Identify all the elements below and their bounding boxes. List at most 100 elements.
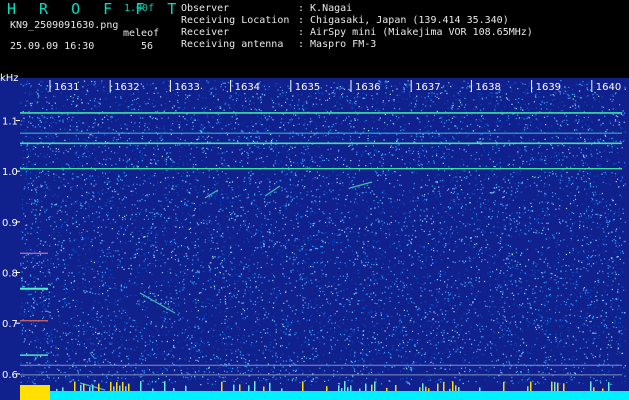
filename-label: KN9_2509091630.png: [10, 20, 119, 31]
bottom-spike: [347, 387, 349, 391]
time-tick-label: 1631: [54, 82, 79, 93]
bottom-spike: [152, 388, 154, 391]
bottom-spike: [593, 387, 595, 391]
bottom-spike: [443, 381, 445, 391]
time-tick-label: 1636: [355, 82, 380, 93]
time-tick-label: 1637: [415, 82, 440, 93]
bottom-spike: [269, 382, 271, 391]
meleof-value: 56: [141, 41, 154, 52]
bottom-spike: [422, 383, 424, 391]
bottom-spike: [116, 382, 118, 391]
bottom-spike: [530, 381, 532, 391]
bottom-spike: [602, 388, 604, 391]
bottom-spike: [527, 386, 529, 391]
bottom-spike: [119, 385, 121, 391]
bottom-spike: [419, 387, 421, 391]
bottom-spike: [350, 385, 352, 391]
location-value: : Chigasaki, Japan (139.414 35.340): [298, 15, 509, 26]
spectrogram-background: [0, 78, 629, 400]
bottom-spike: [428, 388, 430, 391]
bottom-spike: [341, 388, 343, 391]
bottom-spike: [551, 381, 553, 391]
bottom-spike: [557, 382, 559, 391]
observer-value: : K.Nagai: [298, 3, 353, 14]
location-label: Receiving Location: [181, 15, 290, 26]
bottom-spike: [554, 381, 556, 391]
bottom-spike: [248, 385, 250, 391]
bottom-spike: [98, 383, 100, 391]
bottom-spike: [74, 381, 76, 391]
bottom-spike: [449, 388, 451, 391]
time-tick-label: 1639: [536, 82, 561, 93]
version-label: 1.00f: [124, 3, 155, 14]
bottom-spike: [185, 385, 187, 391]
bottom-spike: [386, 387, 388, 391]
y-tick-label: 0.7: [2, 319, 18, 330]
bottom-spike: [221, 381, 223, 391]
y-tick-label: 0.8: [2, 269, 18, 280]
y-axis-unit: kHz: [0, 73, 19, 84]
bottom-spike: [164, 381, 166, 391]
bottom-spike: [302, 381, 304, 391]
app-title: H R O F F T: [7, 0, 184, 18]
bottom-spike: [479, 387, 481, 391]
bottom-spike: [359, 388, 361, 391]
bottom-spike: [122, 381, 124, 391]
bottom-spike: [374, 381, 376, 391]
bottom-spike: [563, 383, 565, 391]
bottom-cyan-bar: [48, 391, 629, 400]
bottom-yellow-block: [20, 385, 50, 400]
receiver-label: Receiver: [181, 27, 230, 38]
time-tick-label: 1640: [596, 82, 621, 93]
bottom-spike: [344, 381, 346, 391]
bottom-spike: [458, 386, 460, 391]
bottom-spike: [326, 386, 328, 391]
bottom-spike: [89, 387, 91, 391]
time-tick-label: 1633: [174, 82, 199, 93]
time-tick-label: 1638: [475, 82, 500, 93]
spectrogram-panel: 1.1 1.0 0.9 0.8 0.7 0.6 1631 1632 1633 1634 1635 1…: [0, 78, 629, 400]
datetime-label: 25.09.09 16:30: [10, 41, 95, 52]
bottom-spike: [590, 381, 592, 391]
bottom-spike: [395, 384, 397, 391]
bottom-spike: [128, 383, 130, 391]
bottom-spike: [263, 386, 265, 391]
bottom-spike: [80, 384, 82, 391]
y-tick-label: 0.6: [2, 370, 18, 381]
bottom-spike: [254, 381, 256, 391]
bottom-spike: [338, 385, 340, 391]
bottom-spike: [113, 386, 115, 391]
bottom-spike: [365, 383, 367, 391]
spectrogram-canvas: 1.1 1.0 0.9 0.8 0.7 0.6 1631 1632 1633 1634 1635 1…: [0, 78, 629, 400]
antenna-value: : Maspro FM-3: [298, 39, 377, 50]
header-panel: H R O F F T 1.00f KN9_2509091630.png mel…: [0, 0, 629, 78]
bottom-spike: [455, 385, 457, 391]
bottom-spike: [437, 383, 439, 391]
bottom-spike: [452, 381, 454, 391]
bottom-spike: [110, 381, 112, 391]
receiver-value: : AirSpy mini (Miakejima VOR 108.65MHz): [298, 27, 533, 38]
meleof-label: meleof: [123, 28, 160, 39]
bottom-spike: [233, 384, 235, 391]
bottom-spike: [173, 388, 175, 391]
y-tick-label: 1.0: [2, 167, 18, 178]
bottom-spike: [83, 383, 85, 391]
y-tick-label: 1.1: [2, 117, 18, 128]
y-tick-label: 0.9: [2, 218, 18, 229]
antenna-label: Receiving antenna: [181, 39, 284, 50]
time-tick-label: 1635: [295, 82, 320, 93]
bottom-spike: [503, 381, 505, 391]
bottom-spike: [371, 384, 373, 391]
bottom-spike: [92, 384, 94, 391]
observer-label: Observer: [181, 3, 230, 14]
time-tick-label: 1634: [235, 82, 260, 93]
bottom-spike: [239, 384, 241, 391]
bottom-spike: [125, 386, 127, 391]
time-tick-label: 1632: [114, 82, 139, 93]
bottom-spike: [281, 388, 283, 391]
bottom-spike: [425, 386, 427, 391]
bottom-spike: [62, 387, 64, 391]
bottom-spike: [608, 382, 610, 391]
bottom-spike: [56, 388, 58, 391]
bottom-spike: [140, 381, 142, 391]
